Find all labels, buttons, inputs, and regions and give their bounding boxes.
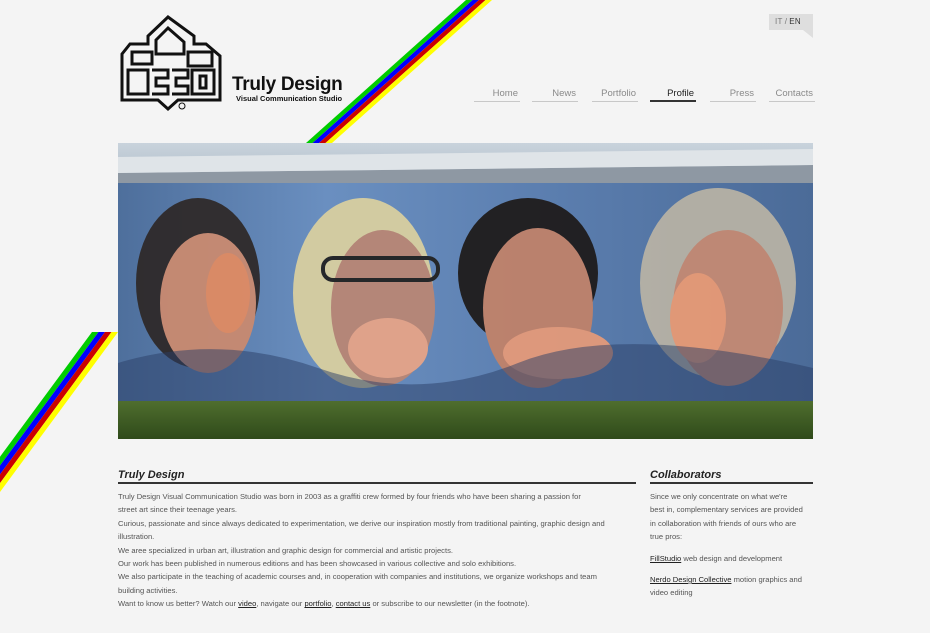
about-title: Truly Design <box>118 469 185 481</box>
collaborators-text: Since we only concentrate on what we're … <box>650 490 820 608</box>
main-nav: Home News Portfolio Profile Press Contac… <box>470 88 815 108</box>
about-closing: Want to know us better? Watch our video,… <box>118 597 638 610</box>
video-link[interactable]: video <box>238 599 256 608</box>
collaborators-intro-line: in collaboration with friends of ours wh… <box>650 518 797 528</box>
collaborator-desc: web design and development <box>681 553 783 563</box>
about-line: street art since their teenage years. <box>118 505 238 515</box>
collaborators-intro-line: best in, complementary services are prov… <box>650 505 803 515</box>
about-line: We also participate in the teaching of a… <box>118 572 597 582</box>
collaborator-item: FillStudio web design and development <box>650 552 820 565</box>
collaborators-intro-line: true pros: <box>650 532 683 542</box>
rainbow-stripe <box>0 332 112 484</box>
rainbow-stripe <box>312 0 479 143</box>
nav-contacts[interactable]: Contacts <box>769 88 815 102</box>
language-switch: IT / EN <box>769 14 813 30</box>
brand-name: Truly Design <box>232 74 343 95</box>
fillstudio-link[interactable]: FillStudio <box>650 554 681 563</box>
about-line: illustration. <box>118 532 155 542</box>
rainbow-stripe <box>0 332 118 492</box>
nav-home[interactable]: Home <box>474 88 520 102</box>
lang-en-link[interactable]: EN <box>789 17 801 26</box>
contact-us-link[interactable]: contact us <box>336 599 371 608</box>
nav-portfolio[interactable]: Portfolio <box>592 88 638 102</box>
about-line: Curious, passionate and since always ded… <box>118 518 605 528</box>
collaborators-title: Collaborators <box>650 469 722 481</box>
about-line: We aree specialized in urban art, illust… <box>118 545 453 555</box>
rainbow-stripe <box>319 0 486 143</box>
nerdo-design-link[interactable]: Nerdo Design Collective <box>650 575 731 584</box>
portfolio-link[interactable]: portfolio <box>304 599 331 608</box>
closing-prefix: Want to know us better? Watch our <box>118 599 239 609</box>
rainbow-stripe <box>325 0 492 143</box>
collaborators-intro-line: Since we only concentrate on what we're <box>650 492 788 501</box>
collaborators-title-rule <box>650 482 813 484</box>
lang-separator: / <box>784 17 788 26</box>
brand-subtitle: Visual Communication Studio <box>236 94 343 103</box>
about-line: building activities. <box>118 585 178 595</box>
lang-it-link[interactable]: IT <box>775 17 783 26</box>
hero-mural-image <box>118 143 813 439</box>
rainbow-stripe <box>0 332 105 475</box>
collaborators-intro: Since we only concentrate on what we're … <box>650 490 820 544</box>
rainbow-stripe <box>0 332 99 466</box>
nav-press[interactable]: Press <box>710 88 756 102</box>
about-text: Truly Design Visual Communication Studio… <box>118 490 638 611</box>
collaborator-item: Nerdo Design Collective motion graphics … <box>650 573 820 600</box>
about-line: Truly Design Visual Communication Studio… <box>118 492 581 501</box>
collaborator-desc-line2: video editing <box>650 588 693 598</box>
closing-mid1: , navigate our <box>256 599 305 609</box>
rainbow-stripe <box>306 0 473 143</box>
closing-suffix: or subscribe to our newsletter (in the f… <box>370 599 530 609</box>
about-title-rule <box>118 482 636 484</box>
about-line: Our work has been published in numerous … <box>118 559 517 569</box>
truly-design-logo[interactable] <box>118 14 224 112</box>
nav-profile[interactable]: Profile <box>650 88 696 102</box>
nav-news[interactable]: News <box>532 88 578 102</box>
collaborator-desc: motion graphics and <box>731 575 802 585</box>
language-switch-tail <box>803 30 813 38</box>
